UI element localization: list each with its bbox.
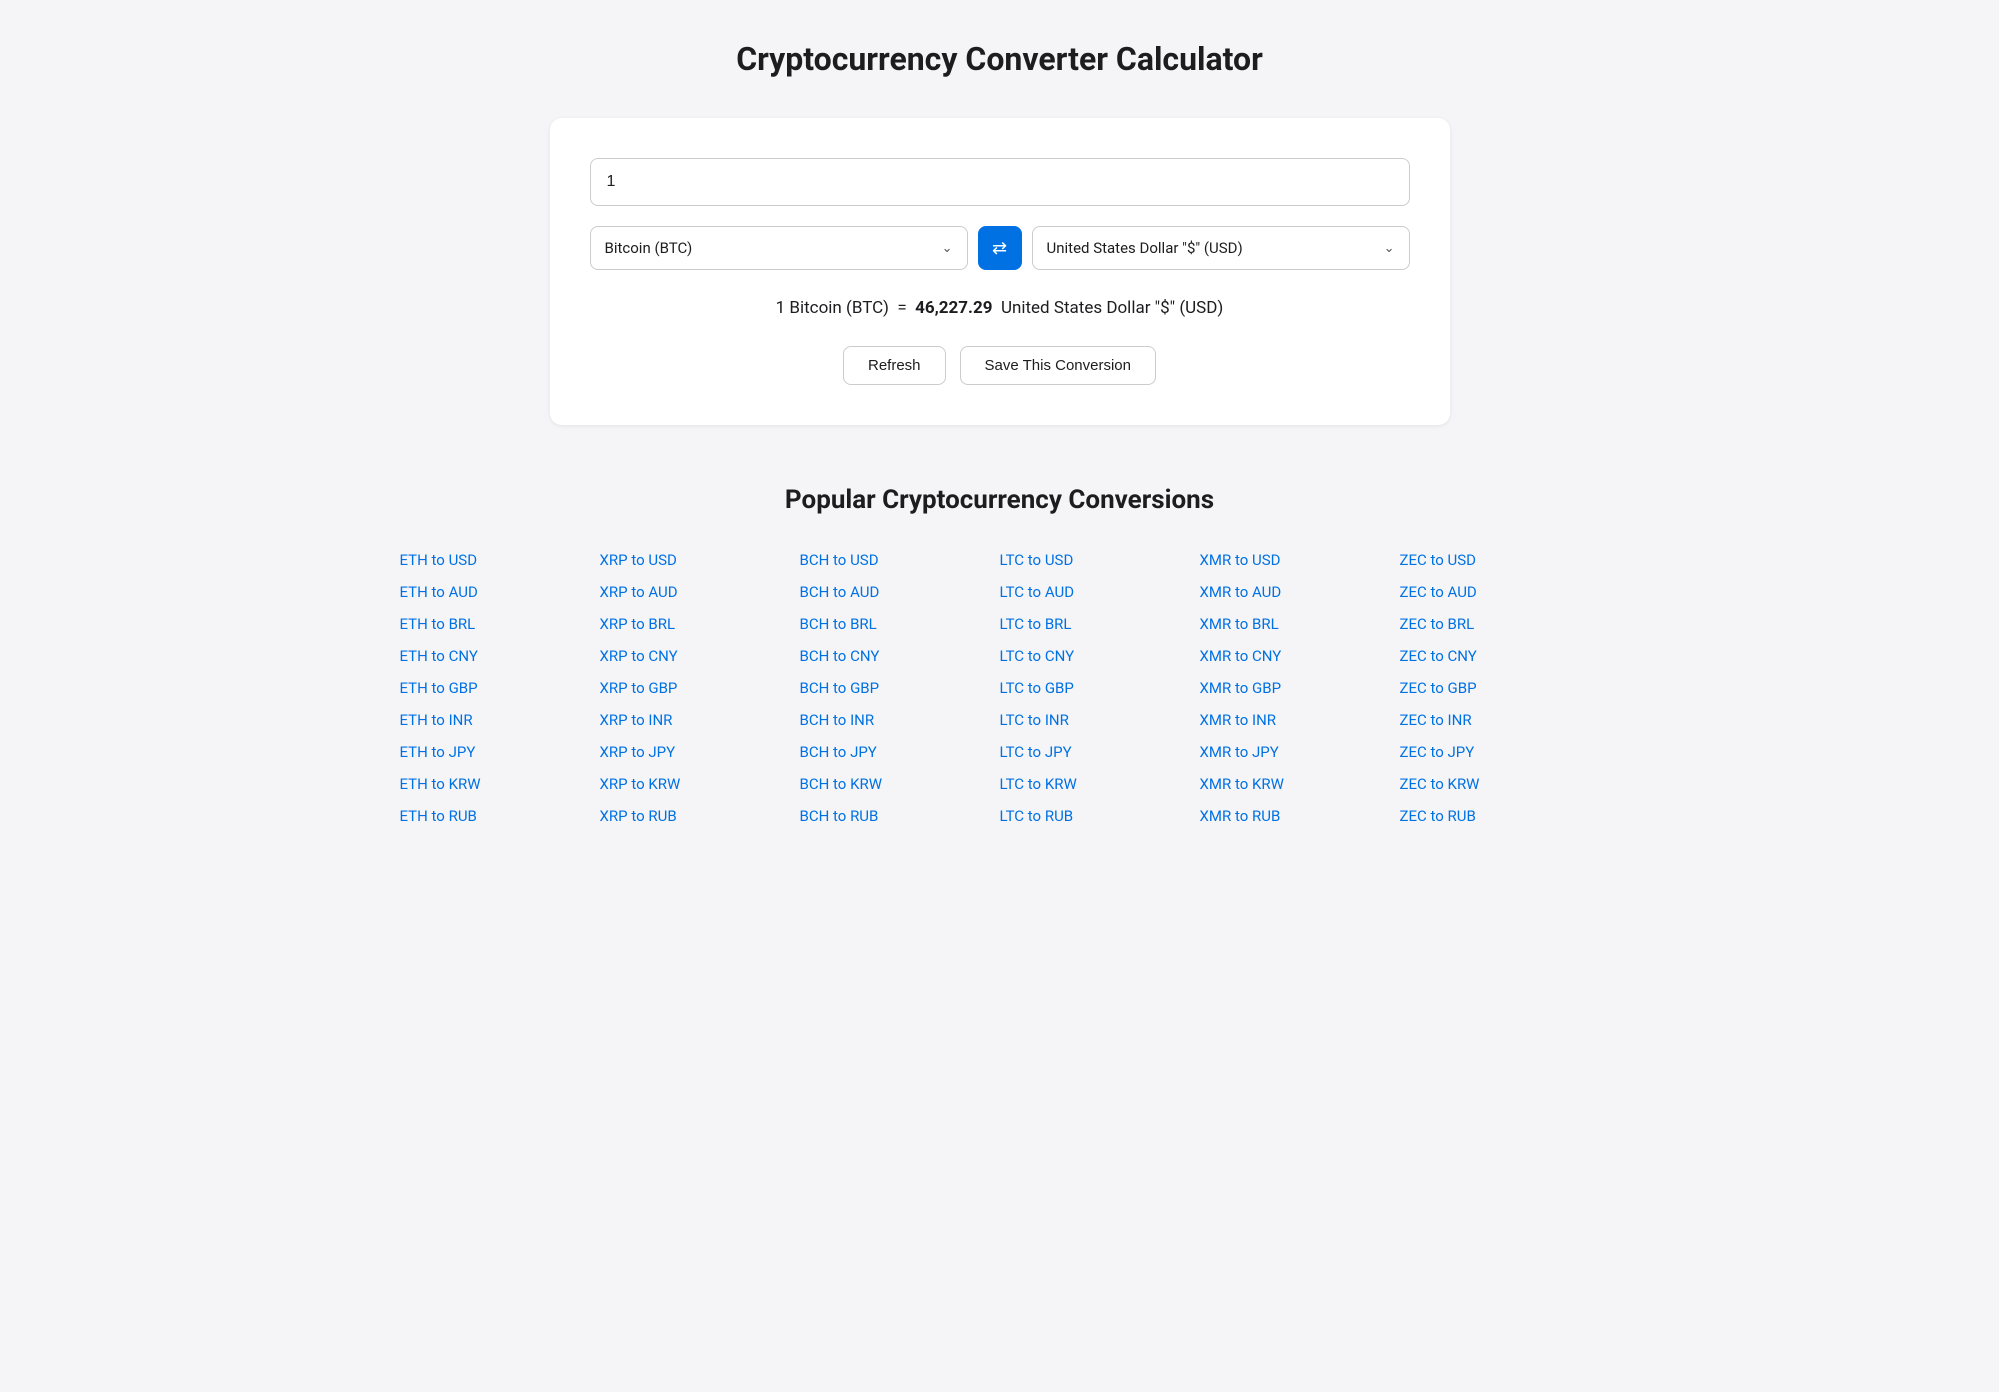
result-equals: = [897, 298, 906, 318]
popular-title: Popular Cryptocurrency Conversions [400, 485, 1600, 515]
conversion-link[interactable]: LTC to INR [1000, 707, 1200, 733]
conversion-link[interactable]: ZEC to AUD [1400, 579, 1600, 605]
conversion-link[interactable]: ZEC to USD [1400, 547, 1600, 573]
swap-button[interactable]: ⇄ [978, 226, 1022, 270]
conversion-link[interactable]: ZEC to BRL [1400, 611, 1600, 637]
conversion-col-xrp: XRP to USD XRP to AUD XRP to BRL XRP to CNY… [600, 547, 800, 829]
conversion-link[interactable]: LTC to BRL [1000, 611, 1200, 637]
conversion-link[interactable]: ETH to CNY [400, 643, 600, 669]
conversion-link[interactable]: XRP to USD [600, 547, 800, 573]
result-from-text: 1 Bitcoin (BTC) [776, 298, 889, 318]
conversion-link[interactable]: BCH to BRL [800, 611, 1000, 637]
conversions-grid: ETH to USD ETH to AUD ETH to BRL ETH to CNY… [400, 547, 1600, 829]
result-to-currency: United States Dollar "$" (USD) [1001, 298, 1223, 318]
from-currency-chevron-icon: ⌄ [942, 241, 953, 256]
conversion-link[interactable]: BCH to JPY [800, 739, 1000, 765]
conversion-link[interactable]: BCH to AUD [800, 579, 1000, 605]
result-row: 1 Bitcoin (BTC) = 46,227.29 United State… [590, 298, 1410, 318]
conversion-link[interactable]: ETH to KRW [400, 771, 600, 797]
conversion-link[interactable]: ETH to AUD [400, 579, 600, 605]
popular-section: Popular Cryptocurrency Conversions ETH t… [400, 485, 1600, 829]
conversion-link[interactable]: XMR to INR [1200, 707, 1400, 733]
conversion-link[interactable]: ZEC to INR [1400, 707, 1600, 733]
save-conversion-button[interactable]: Save This Conversion [960, 346, 1156, 385]
conversion-link[interactable]: XRP to JPY [600, 739, 800, 765]
conversion-link[interactable]: XMR to BRL [1200, 611, 1400, 637]
conversion-link[interactable]: ETH to GBP [400, 675, 600, 701]
page-title: Cryptocurrency Converter Calculator [20, 40, 1979, 78]
conversion-link[interactable]: ETH to USD [400, 547, 600, 573]
to-currency-chevron-icon: ⌄ [1384, 241, 1395, 256]
converter-card: Bitcoin (BTC) ⌄ ⇄ United States Dollar "… [550, 118, 1450, 425]
to-currency-label: United States Dollar "$" (USD) [1047, 239, 1243, 257]
conversion-link[interactable]: XMR to CNY [1200, 643, 1400, 669]
conversion-link[interactable]: ETH to INR [400, 707, 600, 733]
conversion-link[interactable]: ZEC to JPY [1400, 739, 1600, 765]
conversion-col-ltc: LTC to USD LTC to AUD LTC to BRL LTC to CNY… [1000, 547, 1200, 829]
result-value: 46,227.29 [915, 298, 992, 318]
conversion-col-bch: BCH to USD BCH to AUD BCH to BRL BCH to CNY… [800, 547, 1000, 829]
conversion-col-xmr: XMR to USD XMR to AUD XMR to BRL XMR to CNY… [1200, 547, 1400, 829]
conversion-link[interactable]: XRP to CNY [600, 643, 800, 669]
conversion-link[interactable]: BCH to USD [800, 547, 1000, 573]
conversion-link[interactable]: LTC to JPY [1000, 739, 1200, 765]
conversion-link[interactable]: XRP to BRL [600, 611, 800, 637]
conversion-link[interactable]: XRP to GBP [600, 675, 800, 701]
conversion-link[interactable]: LTC to AUD [1000, 579, 1200, 605]
conversion-col-eth: ETH to USD ETH to AUD ETH to BRL ETH to CNY… [400, 547, 600, 829]
conversion-link[interactable]: XRP to AUD [600, 579, 800, 605]
conversion-link[interactable]: XMR to RUB [1200, 803, 1400, 829]
conversion-link[interactable]: XMR to USD [1200, 547, 1400, 573]
conversion-link[interactable]: LTC to RUB [1000, 803, 1200, 829]
conversion-link[interactable]: ETH to JPY [400, 739, 600, 765]
conversion-link[interactable]: XMR to JPY [1200, 739, 1400, 765]
refresh-button[interactable]: Refresh [843, 346, 946, 385]
conversion-link[interactable]: XMR to GBP [1200, 675, 1400, 701]
conversion-link[interactable]: XRP to RUB [600, 803, 800, 829]
swap-icon: ⇄ [992, 238, 1007, 259]
conversion-link[interactable]: LTC to GBP [1000, 675, 1200, 701]
amount-input[interactable] [590, 158, 1410, 206]
conversion-link[interactable]: BCH to KRW [800, 771, 1000, 797]
conversion-link[interactable]: BCH to RUB [800, 803, 1000, 829]
from-currency-select[interactable]: Bitcoin (BTC) ⌄ [590, 226, 968, 270]
currency-row: Bitcoin (BTC) ⌄ ⇄ United States Dollar "… [590, 226, 1410, 270]
conversion-link[interactable]: LTC to USD [1000, 547, 1200, 573]
conversion-link[interactable]: BCH to INR [800, 707, 1000, 733]
conversion-link[interactable]: ETH to RUB [400, 803, 600, 829]
conversion-link[interactable]: XMR to KRW [1200, 771, 1400, 797]
conversion-link[interactable]: XRP to KRW [600, 771, 800, 797]
to-currency-select[interactable]: United States Dollar "$" (USD) ⌄ [1032, 226, 1410, 270]
conversion-link[interactable]: ZEC to CNY [1400, 643, 1600, 669]
conversion-link[interactable]: ZEC to RUB [1400, 803, 1600, 829]
conversion-link[interactable]: ETH to BRL [400, 611, 600, 637]
conversion-link[interactable]: LTC to CNY [1000, 643, 1200, 669]
conversion-col-zec: ZEC to USD ZEC to AUD ZEC to BRL ZEC to CNY… [1400, 547, 1600, 829]
conversion-link[interactable]: LTC to KRW [1000, 771, 1200, 797]
conversion-link[interactable]: XMR to AUD [1200, 579, 1400, 605]
conversion-link[interactable]: BCH to GBP [800, 675, 1000, 701]
conversion-link[interactable]: ZEC to GBP [1400, 675, 1600, 701]
conversion-link[interactable]: XRP to INR [600, 707, 800, 733]
conversion-link[interactable]: ZEC to KRW [1400, 771, 1600, 797]
action-buttons: Refresh Save This Conversion [590, 346, 1410, 385]
conversion-link[interactable]: BCH to CNY [800, 643, 1000, 669]
from-currency-label: Bitcoin (BTC) [605, 239, 693, 257]
